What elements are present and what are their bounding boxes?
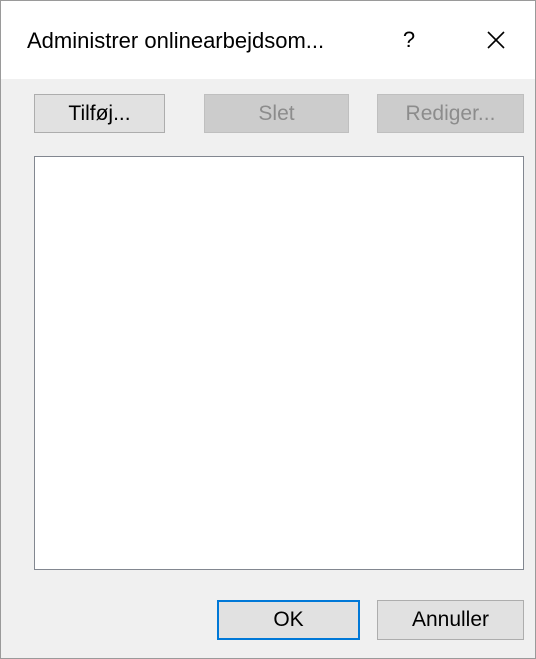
delete-button[interactable]: Slet	[204, 94, 349, 133]
dialog-title: Administrer onlinearbejdsom...	[27, 28, 325, 53]
help-icon: ?	[402, 27, 416, 52]
help-button[interactable]: ?	[381, 15, 437, 65]
close-button[interactable]	[467, 15, 525, 65]
add-button[interactable]: Tilføj...	[34, 94, 165, 133]
cancel-button[interactable]: Annuller	[377, 600, 524, 640]
edit-button[interactable]: Rediger...	[377, 94, 524, 133]
ok-button[interactable]: OK	[217, 600, 360, 640]
close-icon	[487, 31, 505, 49]
workspace-list[interactable]	[34, 156, 524, 570]
title-bar: Administrer onlinearbejdsom... ?	[1, 1, 535, 79]
manage-online-workspaces-dialog: Administrer onlinearbejdsom... ? Tilføj.…	[0, 0, 536, 659]
